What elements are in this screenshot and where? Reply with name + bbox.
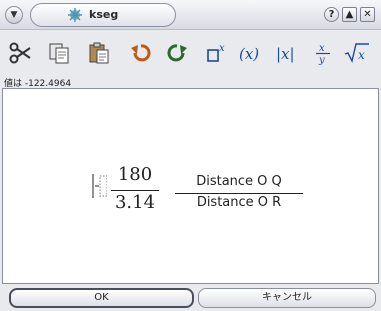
dialog-window: ▼ kseg ? ▲ ✕ x (x) |x| x y x 値は -122.496… [0,0,381,311]
square-root-button[interactable]: x [342,38,372,68]
superscript-icon: x [207,43,225,62]
fraction-icon: x y [316,43,330,66]
redo-icon [167,44,187,62]
copy-icon [49,43,69,64]
kseg-app-icon [68,8,82,22]
undo-button[interactable] [126,38,156,68]
cancel-button[interactable]: キャンセル [198,288,376,308]
svg-text:(x): (x) [239,45,259,63]
redo-button[interactable] [162,38,192,68]
parentheses-icon: (x) [239,45,259,63]
cut-button[interactable] [6,38,36,68]
copy-button[interactable] [44,38,74,68]
fraction-numerator: 180 [117,164,153,185]
window-title: kseg [89,8,119,21]
window-menu-button[interactable]: ▼ [5,6,23,24]
fraction-bar [175,193,303,194]
fraction-numerator: Distance O Q [196,174,282,189]
fraction-bar [111,190,159,191]
formula-editor[interactable]: 180 3.14 Distance O Q Distance O R [2,88,379,284]
formula: 180 3.14 Distance O Q Distance O R [91,164,351,224]
paste-button[interactable] [84,38,114,68]
insertion-cursor [92,174,107,198]
ok-button[interactable]: OK [9,288,194,308]
paste-icon [89,42,109,64]
toolbar: x (x) |x| x y x [0,34,381,74]
fraction-denominator: Distance O R [196,195,282,210]
fraction-button[interactable]: x y [308,38,338,68]
title-bar: ▼ kseg ? ▲ ✕ [0,0,381,30]
parentheses-button[interactable]: (x) [238,38,268,68]
svg-text:y: y [318,55,325,66]
absolute-value-button[interactable]: |x| [274,38,304,68]
svg-text:x: x [358,48,365,62]
svg-text:|x|: |x| [276,45,295,63]
cut-icon [9,42,31,64]
superscript-button[interactable]: x [202,38,232,68]
help-button[interactable]: ? [324,7,339,22]
svg-text:x: x [219,43,225,54]
square-root-icon: x [344,43,369,64]
close-button[interactable]: ✕ [360,7,375,22]
undo-icon [131,44,151,62]
svg-text:x: x [319,43,325,54]
maximize-button[interactable]: ▲ [342,7,357,22]
absolute-value-icon: |x| [276,45,295,63]
window-title-tab: kseg [30,3,176,27]
fraction-denominator: 3.14 [114,192,156,213]
